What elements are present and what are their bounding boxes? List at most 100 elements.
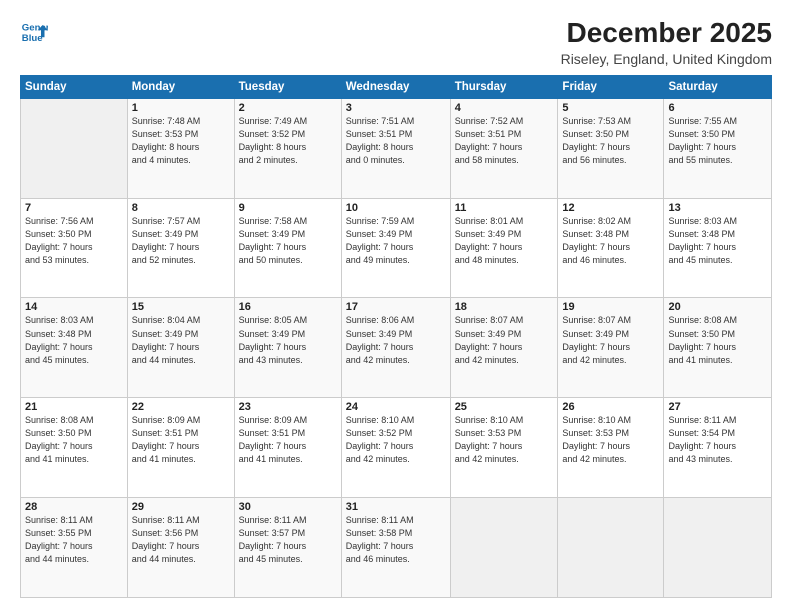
calendar-day-header: Friday bbox=[558, 75, 664, 98]
calendar-cell: 30Sunrise: 8:11 AMSunset: 3:57 PMDayligh… bbox=[234, 498, 341, 598]
day-info: Sunrise: 8:10 AMSunset: 3:53 PMDaylight:… bbox=[562, 414, 659, 466]
calendar-cell: 9Sunrise: 7:58 AMSunset: 3:49 PMDaylight… bbox=[234, 198, 341, 298]
day-number: 16 bbox=[239, 301, 337, 313]
day-number: 15 bbox=[132, 301, 230, 313]
calendar-cell: 2Sunrise: 7:49 AMSunset: 3:52 PMDaylight… bbox=[234, 98, 341, 198]
day-info: Sunrise: 8:11 AMSunset: 3:57 PMDaylight:… bbox=[239, 514, 337, 566]
day-number: 24 bbox=[346, 401, 446, 413]
day-info: Sunrise: 8:05 AMSunset: 3:49 PMDaylight:… bbox=[239, 314, 337, 366]
calendar-cell: 19Sunrise: 8:07 AMSunset: 3:49 PMDayligh… bbox=[558, 298, 664, 398]
calendar-cell bbox=[450, 498, 558, 598]
calendar-cell: 31Sunrise: 8:11 AMSunset: 3:58 PMDayligh… bbox=[341, 498, 450, 598]
day-info: Sunrise: 8:09 AMSunset: 3:51 PMDaylight:… bbox=[132, 414, 230, 466]
page-title: December 2025 bbox=[561, 18, 772, 49]
day-number: 21 bbox=[25, 401, 123, 413]
calendar-cell: 15Sunrise: 8:04 AMSunset: 3:49 PMDayligh… bbox=[127, 298, 234, 398]
calendar-cell: 26Sunrise: 8:10 AMSunset: 3:53 PMDayligh… bbox=[558, 398, 664, 498]
day-number: 23 bbox=[239, 401, 337, 413]
calendar-cell: 7Sunrise: 7:56 AMSunset: 3:50 PMDaylight… bbox=[21, 198, 128, 298]
calendar-day-header: Wednesday bbox=[341, 75, 450, 98]
calendar-cell: 8Sunrise: 7:57 AMSunset: 3:49 PMDaylight… bbox=[127, 198, 234, 298]
day-info: Sunrise: 7:53 AMSunset: 3:50 PMDaylight:… bbox=[562, 115, 659, 167]
calendar-cell: 22Sunrise: 8:09 AMSunset: 3:51 PMDayligh… bbox=[127, 398, 234, 498]
day-number: 10 bbox=[346, 202, 446, 214]
day-number: 5 bbox=[562, 102, 659, 114]
day-info: Sunrise: 8:07 AMSunset: 3:49 PMDaylight:… bbox=[562, 314, 659, 366]
day-info: Sunrise: 8:03 AMSunset: 3:48 PMDaylight:… bbox=[25, 314, 123, 366]
day-number: 31 bbox=[346, 501, 446, 513]
day-number: 11 bbox=[455, 202, 554, 214]
day-info: Sunrise: 8:02 AMSunset: 3:48 PMDaylight:… bbox=[562, 215, 659, 267]
day-info: Sunrise: 7:58 AMSunset: 3:49 PMDaylight:… bbox=[239, 215, 337, 267]
calendar-cell: 11Sunrise: 8:01 AMSunset: 3:49 PMDayligh… bbox=[450, 198, 558, 298]
calendar-cell: 6Sunrise: 7:55 AMSunset: 3:50 PMDaylight… bbox=[664, 98, 772, 198]
calendar-header-row: SundayMondayTuesdayWednesdayThursdayFrid… bbox=[21, 75, 772, 98]
calendar-day-header: Sunday bbox=[21, 75, 128, 98]
calendar-week-row: 14Sunrise: 8:03 AMSunset: 3:48 PMDayligh… bbox=[21, 298, 772, 398]
day-number: 22 bbox=[132, 401, 230, 413]
svg-text:Blue: Blue bbox=[22, 33, 43, 44]
calendar-cell: 25Sunrise: 8:10 AMSunset: 3:53 PMDayligh… bbox=[450, 398, 558, 498]
calendar-cell: 17Sunrise: 8:06 AMSunset: 3:49 PMDayligh… bbox=[341, 298, 450, 398]
calendar-cell: 3Sunrise: 7:51 AMSunset: 3:51 PMDaylight… bbox=[341, 98, 450, 198]
calendar-cell: 28Sunrise: 8:11 AMSunset: 3:55 PMDayligh… bbox=[21, 498, 128, 598]
logo-icon: General Blue bbox=[20, 18, 48, 46]
calendar-cell: 12Sunrise: 8:02 AMSunset: 3:48 PMDayligh… bbox=[558, 198, 664, 298]
calendar-cell: 20Sunrise: 8:08 AMSunset: 3:50 PMDayligh… bbox=[664, 298, 772, 398]
day-number: 6 bbox=[668, 102, 767, 114]
calendar-week-row: 21Sunrise: 8:08 AMSunset: 3:50 PMDayligh… bbox=[21, 398, 772, 498]
calendar-cell: 1Sunrise: 7:48 AMSunset: 3:53 PMDaylight… bbox=[127, 98, 234, 198]
day-info: Sunrise: 8:10 AMSunset: 3:52 PMDaylight:… bbox=[346, 414, 446, 466]
header: General Blue December 2025 Riseley, Engl… bbox=[20, 18, 772, 67]
calendar-week-row: 1Sunrise: 7:48 AMSunset: 3:53 PMDaylight… bbox=[21, 98, 772, 198]
calendar-week-row: 28Sunrise: 8:11 AMSunset: 3:55 PMDayligh… bbox=[21, 498, 772, 598]
day-number: 20 bbox=[668, 301, 767, 313]
day-number: 26 bbox=[562, 401, 659, 413]
day-number: 2 bbox=[239, 102, 337, 114]
calendar-cell bbox=[558, 498, 664, 598]
day-info: Sunrise: 7:56 AMSunset: 3:50 PMDaylight:… bbox=[25, 215, 123, 267]
day-info: Sunrise: 8:08 AMSunset: 3:50 PMDaylight:… bbox=[25, 414, 123, 466]
day-info: Sunrise: 8:03 AMSunset: 3:48 PMDaylight:… bbox=[668, 215, 767, 267]
calendar-cell: 14Sunrise: 8:03 AMSunset: 3:48 PMDayligh… bbox=[21, 298, 128, 398]
day-number: 30 bbox=[239, 501, 337, 513]
day-number: 17 bbox=[346, 301, 446, 313]
day-info: Sunrise: 8:08 AMSunset: 3:50 PMDaylight:… bbox=[668, 314, 767, 366]
day-info: Sunrise: 8:11 AMSunset: 3:54 PMDaylight:… bbox=[668, 414, 767, 466]
calendar-cell bbox=[21, 98, 128, 198]
day-info: Sunrise: 7:51 AMSunset: 3:51 PMDaylight:… bbox=[346, 115, 446, 167]
day-number: 19 bbox=[562, 301, 659, 313]
day-number: 8 bbox=[132, 202, 230, 214]
day-number: 28 bbox=[25, 501, 123, 513]
day-number: 7 bbox=[25, 202, 123, 214]
page-subtitle: Riseley, England, United Kingdom bbox=[561, 51, 772, 67]
day-number: 18 bbox=[455, 301, 554, 313]
day-info: Sunrise: 8:10 AMSunset: 3:53 PMDaylight:… bbox=[455, 414, 554, 466]
calendar-table: SundayMondayTuesdayWednesdayThursdayFrid… bbox=[20, 75, 772, 598]
day-number: 3 bbox=[346, 102, 446, 114]
day-info: Sunrise: 7:59 AMSunset: 3:49 PMDaylight:… bbox=[346, 215, 446, 267]
day-number: 4 bbox=[455, 102, 554, 114]
day-info: Sunrise: 8:11 AMSunset: 3:55 PMDaylight:… bbox=[25, 514, 123, 566]
day-number: 13 bbox=[668, 202, 767, 214]
day-number: 1 bbox=[132, 102, 230, 114]
day-info: Sunrise: 8:01 AMSunset: 3:49 PMDaylight:… bbox=[455, 215, 554, 267]
day-info: Sunrise: 7:48 AMSunset: 3:53 PMDaylight:… bbox=[132, 115, 230, 167]
calendar-cell: 13Sunrise: 8:03 AMSunset: 3:48 PMDayligh… bbox=[664, 198, 772, 298]
day-number: 9 bbox=[239, 202, 337, 214]
title-block: December 2025 Riseley, England, United K… bbox=[561, 18, 772, 67]
day-number: 27 bbox=[668, 401, 767, 413]
day-info: Sunrise: 8:07 AMSunset: 3:49 PMDaylight:… bbox=[455, 314, 554, 366]
calendar-cell: 29Sunrise: 8:11 AMSunset: 3:56 PMDayligh… bbox=[127, 498, 234, 598]
calendar-cell: 23Sunrise: 8:09 AMSunset: 3:51 PMDayligh… bbox=[234, 398, 341, 498]
calendar-cell: 18Sunrise: 8:07 AMSunset: 3:49 PMDayligh… bbox=[450, 298, 558, 398]
calendar-cell: 24Sunrise: 8:10 AMSunset: 3:52 PMDayligh… bbox=[341, 398, 450, 498]
day-number: 14 bbox=[25, 301, 123, 313]
day-info: Sunrise: 7:55 AMSunset: 3:50 PMDaylight:… bbox=[668, 115, 767, 167]
day-info: Sunrise: 8:09 AMSunset: 3:51 PMDaylight:… bbox=[239, 414, 337, 466]
calendar-cell: 27Sunrise: 8:11 AMSunset: 3:54 PMDayligh… bbox=[664, 398, 772, 498]
day-info: Sunrise: 8:11 AMSunset: 3:58 PMDaylight:… bbox=[346, 514, 446, 566]
logo: General Blue bbox=[20, 18, 48, 46]
day-number: 12 bbox=[562, 202, 659, 214]
day-info: Sunrise: 7:57 AMSunset: 3:49 PMDaylight:… bbox=[132, 215, 230, 267]
